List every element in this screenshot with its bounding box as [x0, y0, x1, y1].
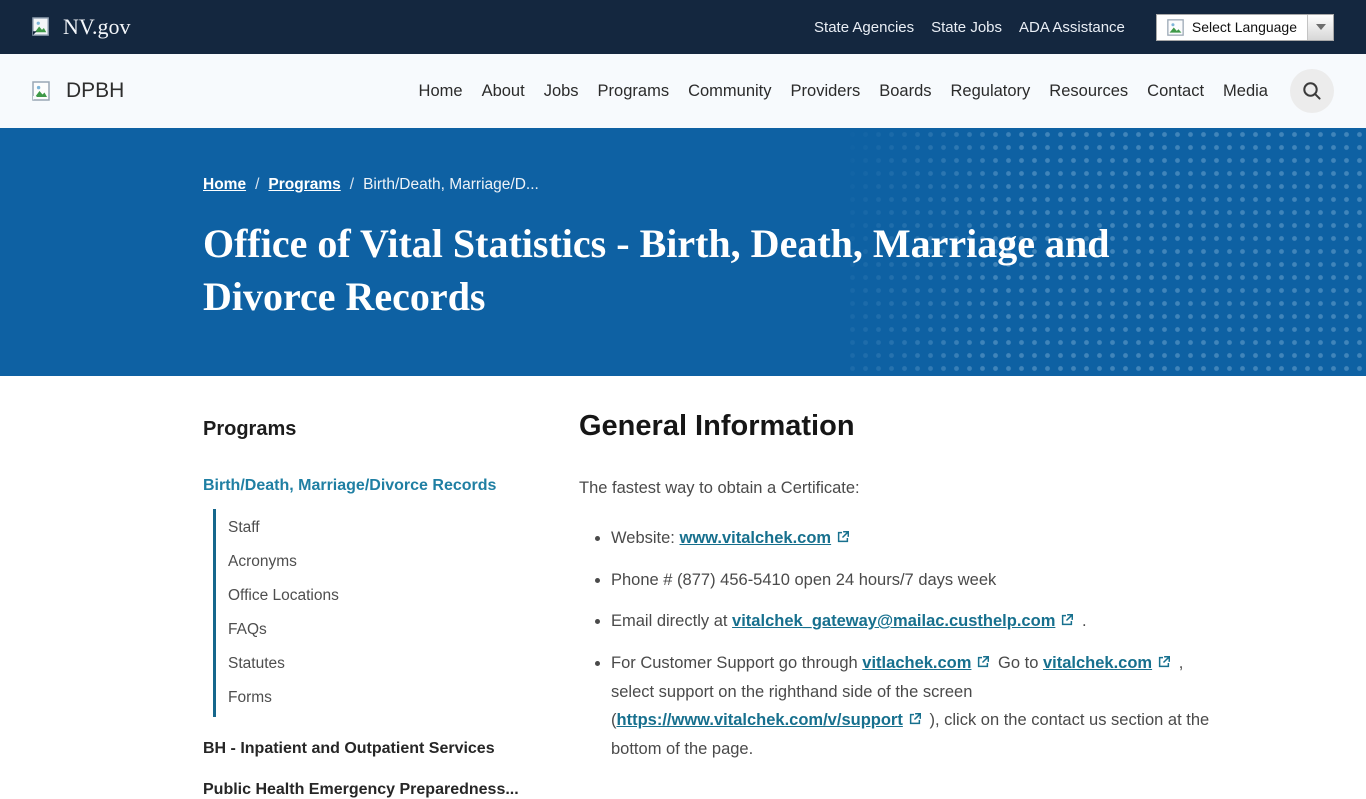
dpbh-logo-link[interactable]: DPBH: [32, 79, 124, 103]
vitalchek-email-link[interactable]: vitalchek_gateway@mailac.custhelp.com: [732, 612, 1055, 630]
nav-item-jobs[interactable]: Jobs: [544, 82, 579, 101]
list-item: For Customer Support go through vitlache…: [611, 649, 1224, 763]
content-area: Programs Birth/Death, Marriage/Divorce R…: [0, 376, 1366, 799]
search-button[interactable]: [1290, 69, 1334, 113]
external-link-icon: [836, 525, 850, 553]
vitalchek-website-link[interactable]: www.vitalchek.com: [679, 529, 831, 547]
language-selector[interactable]: Select Language: [1155, 13, 1334, 41]
list-item: Statutes: [228, 647, 579, 681]
list-item: Office Locations: [228, 579, 579, 613]
main-content: General Information The fastest way to o…: [579, 410, 1224, 799]
utility-links: State Agencies State Jobs ADA Assistance…: [814, 13, 1334, 41]
nav-item-home[interactable]: Home: [419, 82, 463, 101]
breadcrumb: Home / Programs / Birth/Death, Marriage/…: [203, 176, 1366, 194]
nav-item-programs[interactable]: Programs: [598, 82, 670, 101]
sidebar-item-birth-death-records[interactable]: Birth/Death, Marriage/Divorce Records: [203, 477, 579, 495]
broken-image-icon: [32, 17, 51, 37]
nav-item-about[interactable]: About: [482, 82, 525, 101]
sidebar-item-forms[interactable]: Forms: [228, 689, 272, 706]
link-state-agencies[interactable]: State Agencies: [814, 19, 914, 36]
bullet-text: Go to: [993, 654, 1043, 672]
list-item: Phone # (877) 456-5410 open 24 hours/7 d…: [611, 566, 1224, 594]
breadcrumb-separator: /: [349, 176, 355, 193]
broken-image-icon: [32, 80, 52, 102]
vitalchek-goto-link[interactable]: vitalchek.com: [1043, 654, 1152, 672]
bullet-text: For Customer Support go through: [611, 654, 863, 672]
section-heading: General Information: [579, 410, 855, 442]
list-item: FAQs: [228, 613, 579, 647]
intro-text: The fastest way to obtain a Certificate:: [579, 479, 860, 497]
breadcrumb-separator: /: [255, 176, 260, 193]
bullet-text: .: [1077, 612, 1087, 630]
list-item: Email directly at vitalchek_gateway@mail…: [611, 607, 1224, 636]
nvgov-logo-link[interactable]: NV.gov: [32, 14, 130, 40]
sidebar-item-public-health-emergency[interactable]: Public Health Emergency Preparedness...: [203, 781, 579, 799]
hero-banner: Home / Programs / Birth/Death, Marriage/…: [0, 128, 1366, 376]
sidebar: Programs Birth/Death, Marriage/Divorce R…: [203, 410, 579, 799]
sidebar-sub-list: Staff Acronyms Office Locations FAQs Sta…: [213, 509, 579, 717]
language-selector-arrow[interactable]: [1307, 14, 1333, 40]
list-item: Staff: [228, 511, 579, 545]
vitalchek-support-url-link[interactable]: https://www.vitalchek.com/v/support: [617, 711, 903, 729]
external-link-icon: [1157, 650, 1171, 678]
external-link-icon: [1060, 608, 1074, 636]
sidebar-item-statutes[interactable]: Statutes: [228, 655, 285, 672]
sidebar-item-acronyms[interactable]: Acronyms: [228, 553, 297, 570]
sidebar-item-faqs[interactable]: FAQs: [228, 621, 267, 638]
nav-item-contact[interactable]: Contact: [1147, 82, 1204, 101]
info-list: Website: www.vitalchek.com Phone # (877)…: [579, 524, 1224, 763]
search-icon: [1301, 80, 1323, 102]
nav-item-regulatory[interactable]: Regulatory: [951, 82, 1031, 101]
bullet-text: Phone # (877) 456-5410 open 24 hours/7 d…: [611, 571, 997, 589]
nav-item-boards[interactable]: Boards: [879, 82, 931, 101]
sidebar-item-bh-inpatient-outpatient[interactable]: BH - Inpatient and Outpatient Services: [203, 740, 579, 758]
nav-item-community[interactable]: Community: [688, 82, 771, 101]
sidebar-heading: Programs: [203, 418, 297, 440]
breadcrumb-programs[interactable]: Programs: [268, 176, 340, 194]
language-selector-label: Select Language: [1191, 19, 1297, 35]
list-item: Acronyms: [228, 545, 579, 579]
link-state-jobs[interactable]: State Jobs: [931, 19, 1002, 36]
breadcrumb-current: Birth/Death, Marriage/D...: [363, 176, 539, 193]
sidebar-item-staff[interactable]: Staff: [228, 519, 260, 536]
breadcrumb-home[interactable]: Home: [203, 176, 246, 194]
vitlachek-support-link[interactable]: vitlachek.com: [862, 654, 971, 672]
nav-item-providers[interactable]: Providers: [791, 82, 861, 101]
chevron-down-icon: [1315, 24, 1326, 30]
language-selector-main: Select Language: [1157, 15, 1307, 40]
external-link-icon: [908, 707, 922, 735]
nav-item-resources[interactable]: Resources: [1049, 82, 1128, 101]
nav-menu: Home About Jobs Programs Community Provi…: [419, 82, 1268, 101]
nvgov-brand-text: NV.gov: [63, 14, 131, 39]
bullet-text: Email directly at: [611, 612, 733, 630]
dpbh-brand-text: DPBH: [66, 79, 125, 102]
bullet-text: Website:: [611, 529, 680, 547]
link-ada-assistance[interactable]: ADA Assistance: [1019, 19, 1125, 36]
external-link-icon: [976, 650, 990, 678]
list-item: Website: www.vitalchek.com: [611, 524, 1224, 553]
list-item: Forms: [228, 681, 579, 715]
page-title: Office of Vital Statistics - Birth, Deat…: [203, 221, 1110, 319]
broken-image-icon: [1167, 18, 1184, 36]
main-nav: DPBH Home About Jobs Programs Community …: [0, 54, 1366, 128]
nav-item-media[interactable]: Media: [1223, 82, 1268, 101]
sidebar-item-office-locations[interactable]: Office Locations: [228, 587, 339, 604]
utility-bar: NV.gov State Agencies State Jobs ADA Ass…: [0, 0, 1366, 54]
